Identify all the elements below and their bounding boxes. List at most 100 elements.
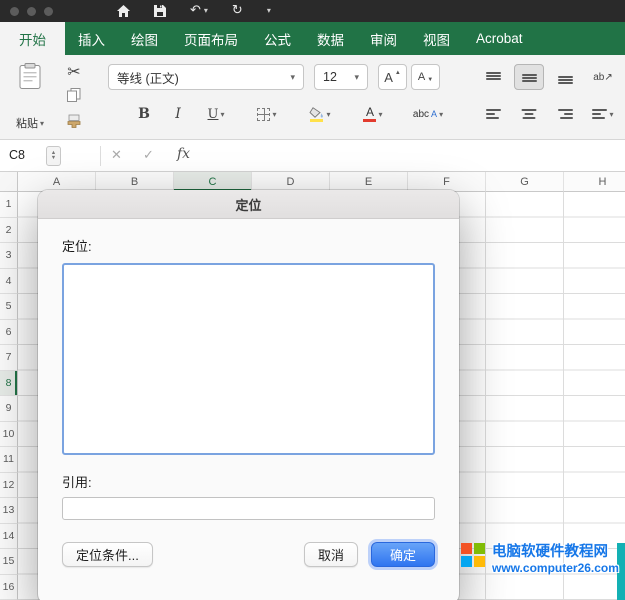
column-headers: A B C D E F G H [18, 172, 625, 192]
row-header[interactable]: 9 [0, 396, 18, 422]
row-header[interactable]: 7 [0, 345, 18, 371]
row-header[interactable]: 13 [0, 498, 18, 524]
stepper-down-icon: ▼ [51, 156, 56, 162]
align-left-button[interactable] [478, 101, 508, 127]
confirm-entry-icon[interactable]: ✓ [143, 147, 154, 163]
watermark: 电脑软硬件教程网 www.computer26.com [461, 543, 619, 577]
tab-home[interactable]: 开始 [0, 22, 65, 55]
insert-function-icon[interactable]: fx [177, 146, 190, 162]
column-header[interactable]: F [408, 172, 486, 192]
wrap-text-button[interactable]: ▾ [586, 101, 620, 127]
zoom-window-button[interactable] [44, 7, 53, 16]
row-header[interactable]: 16 [0, 575, 18, 600]
decrease-font-size-button[interactable]: A ▼ [411, 64, 440, 90]
row-header-selected[interactable]: 8 [0, 371, 18, 397]
align-middle-button[interactable] [514, 64, 544, 90]
row-header[interactable]: 4 [0, 269, 18, 295]
font-size-value: 12 [323, 70, 337, 84]
align-center-icon [522, 109, 537, 120]
font-color-button[interactable]: A ▾ [354, 101, 392, 127]
underline-letter: U [208, 107, 219, 122]
row-header[interactable]: 15 [0, 549, 18, 575]
font-name-value: 等线 (正文) [117, 68, 179, 87]
tab-acrobat[interactable]: Acrobat [463, 22, 536, 55]
chevron-down-icon: ▾ [267, 0, 271, 22]
align-top-button[interactable] [478, 64, 508, 90]
ribbon-toolbar: 粘贴 ▾ ✂ 等线 (正文) ▾ 12 ▾ [0, 55, 625, 140]
reference-label: 引用: [62, 472, 435, 491]
row-header[interactable]: 2 [0, 218, 18, 244]
minimize-window-button[interactable] [27, 7, 36, 16]
quick-access-toolbar: ↶ ▾ ↻ ▾ [105, 0, 283, 22]
home-icon[interactable] [105, 0, 142, 22]
select-all-corner[interactable] [0, 172, 18, 192]
column-header[interactable]: H [564, 172, 625, 192]
column-header[interactable]: E [330, 172, 408, 192]
special-button[interactable]: 定位条件... [62, 542, 153, 567]
chevron-down-icon: ▾ [378, 110, 382, 119]
font-color-letter: A [366, 106, 374, 118]
tab-view[interactable]: 视图 [410, 22, 463, 55]
increase-font-size-button[interactable]: A ▲ [378, 64, 407, 90]
name-box[interactable]: C8 [9, 148, 25, 162]
align-bottom-button[interactable] [550, 64, 580, 90]
phonetic-guide-button[interactable]: abc A ▾ [406, 101, 450, 127]
column-header[interactable]: D [252, 172, 330, 192]
undo-button[interactable]: ↶ ▾ [178, 0, 220, 22]
bold-letter: B [138, 106, 150, 122]
formula-input[interactable] [210, 140, 625, 171]
undo-icon: ↶ [190, 0, 201, 22]
chevron-down-icon: ▾ [609, 110, 613, 119]
cancel-button[interactable]: 取消 [304, 542, 358, 567]
borders-button[interactable]: ▾ [248, 101, 286, 127]
row-header[interactable]: 6 [0, 320, 18, 346]
tab-formulas[interactable]: 公式 [251, 22, 304, 55]
phonetic-abc-label: abc [413, 109, 429, 120]
customize-toolbar-button[interactable]: ▾ [255, 0, 283, 22]
chevron-down-icon: ▾ [326, 110, 330, 119]
align-right-button[interactable] [550, 101, 580, 127]
font-name-combobox[interactable]: 等线 (正文) ▾ [108, 64, 304, 90]
bold-button[interactable]: B [130, 101, 158, 127]
row-header[interactable]: 12 [0, 473, 18, 499]
column-header[interactable]: B [96, 172, 174, 192]
row-header[interactable]: 3 [0, 243, 18, 269]
font-size-combobox[interactable]: 12 ▾ [314, 64, 368, 90]
row-header[interactable]: 10 [0, 422, 18, 448]
windows-logo-icon [461, 543, 485, 567]
tab-draw[interactable]: 绘图 [118, 22, 171, 55]
redo-button[interactable]: ↻ [220, 0, 255, 22]
cancel-entry-icon[interactable]: ✕ [111, 147, 122, 163]
copy-button[interactable] [60, 87, 88, 107]
save-icon[interactable] [142, 0, 178, 22]
underline-button[interactable]: U ▾ [198, 101, 234, 127]
name-box-stepper[interactable]: ▲ ▼ [46, 146, 61, 166]
tab-review[interactable]: 审阅 [357, 22, 410, 55]
close-window-button[interactable] [10, 7, 19, 16]
row-header[interactable]: 14 [0, 524, 18, 550]
reference-input[interactable] [62, 497, 435, 520]
goto-listbox[interactable] [62, 263, 435, 455]
row-header[interactable]: 5 [0, 294, 18, 320]
watermark-site-name: 电脑软硬件教程网 [492, 543, 619, 561]
orientation-button[interactable]: ab↗ [586, 64, 620, 90]
column-header[interactable]: G [486, 172, 564, 192]
paste-dropdown-icon[interactable]: ▾ [40, 119, 44, 128]
row-header[interactable]: 11 [0, 447, 18, 473]
paste-label: 粘贴 [16, 115, 38, 131]
fill-color-button[interactable]: ▾ [300, 101, 340, 127]
align-center-button[interactable] [514, 101, 544, 127]
column-header[interactable]: A [18, 172, 96, 192]
cut-button[interactable]: ✂ [60, 61, 88, 81]
wrap-text-icon [592, 109, 607, 120]
ok-button[interactable]: 确定 [371, 542, 435, 567]
paste-button[interactable]: 粘贴 ▾ [6, 60, 54, 134]
row-header[interactable]: 1 [0, 192, 18, 218]
undo-dropdown-icon[interactable]: ▾ [204, 0, 208, 22]
column-header-selected[interactable]: C [174, 172, 252, 192]
tab-page-layout[interactable]: 页面布局 [171, 22, 251, 55]
tab-insert[interactable]: 插入 [65, 22, 118, 55]
format-painter-button[interactable] [60, 113, 88, 133]
italic-button[interactable]: I [164, 101, 192, 127]
tab-data[interactable]: 数据 [304, 22, 357, 55]
